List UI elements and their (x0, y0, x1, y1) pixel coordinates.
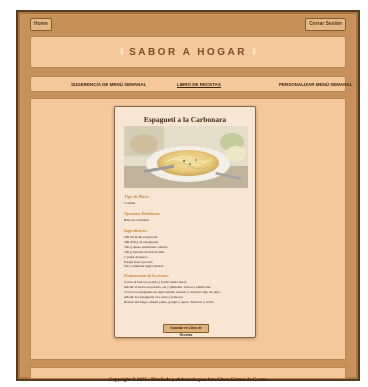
site-title: ‖ SABOR A HOGAR ‖ (31, 37, 345, 69)
top-bar: Home Cerrar Sesión (24, 18, 352, 32)
preparation-heading: Preparación de la receta: (124, 273, 169, 278)
dish-type-value: Comida (124, 201, 136, 205)
main-nav: SUGERENCIA DE MENÚ SEMANAL LIBRO DE RECE… (30, 76, 353, 93)
list-item: 100 g queso parmesano rallado (124, 244, 168, 249)
ornament-right-icon: ‖ (251, 47, 257, 58)
dietary-value: Bajo en colesterol (124, 218, 150, 222)
recipe-photo-image (124, 126, 248, 188)
recipe-title: Espagueti a la Carbonara (143, 115, 227, 124)
dish-type-heading: Tipo de Plato: (124, 194, 150, 199)
recipe-card: Espagueti a la Carbonara Tipo de Plato: … (114, 106, 256, 338)
ingredients-heading: Ingredientes: (124, 228, 148, 233)
dietary-heading: Opciones Dietéticas: (124, 211, 161, 216)
recipe-photo (124, 126, 248, 188)
ingredients-list: 200 ml leche evaporada 300-350 g de espa… (124, 235, 168, 269)
list-item: 100 g lonchas de beicon fino (124, 249, 165, 254)
site-title-text: SABOR A HOGAR (129, 47, 247, 58)
list-item: Sal y pimienta negra molida (124, 264, 164, 269)
list-item: Retirar del fuego, añadir yema, perejil … (124, 299, 215, 304)
nav-item-recipe-book[interactable]: LIBRO DE RECETAS (177, 77, 221, 93)
home-button[interactable]: Home (30, 18, 52, 31)
site-header: ‖ SABOR A HOGAR ‖ (30, 36, 346, 68)
preparation-list: Cortar el beicon en tiras y freírlo hast… (124, 280, 221, 305)
footer: Copyright © 2025 - Diseñado y elaborado … (30, 367, 346, 383)
nav-item-weekly-menu[interactable]: SUGERENCIA DE MENÚ SEMANAL (71, 77, 146, 93)
list-item: Cocer los espaguetis en agua salada, esc… (124, 289, 221, 294)
save-recipe-button[interactable]: Guardar en Libro de Recetas (163, 324, 209, 337)
nav-item-customize-menu[interactable]: PERSONALIZAR MENÚ SEMANAL (279, 77, 353, 93)
ornament-left-icon: ‖ (119, 47, 125, 58)
logout-button[interactable]: Cerrar Sesión (305, 18, 346, 31)
